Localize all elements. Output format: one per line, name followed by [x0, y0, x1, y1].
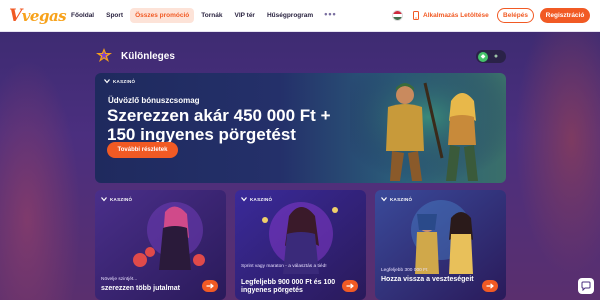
chevron-badge-icon	[101, 197, 107, 202]
card-title: szerezzen több jutalmat	[101, 285, 180, 292]
nav-item-loyalty[interactable]: Hűségprogram	[262, 8, 318, 23]
card-meta: Legfeljebb 300 000 Ft	[381, 268, 428, 273]
card-badge-label: KASZINÓ	[390, 196, 413, 202]
hero-title: Szerezzen akár 450 000 Ft + 150 ingyenes…	[107, 106, 372, 144]
promo-card-cashback[interactable]: KASZINÓ Legfeljebb 300 000 Ft Hozza viss…	[375, 190, 506, 300]
special-star-icon	[96, 48, 112, 62]
chevron-badge-icon	[104, 79, 110, 84]
card-meta: Növelje szintjét...	[101, 277, 138, 282]
more-menu-icon[interactable]: •••	[320, 8, 340, 23]
hero-characters-illustration	[350, 73, 506, 183]
card-badge: KASZINÓ	[241, 196, 272, 202]
main-nav: Főoldal Sport Összes promóció Tornák VIP…	[66, 8, 341, 23]
card-arrow-button[interactable]	[342, 280, 358, 292]
card-arrow-button[interactable]	[202, 280, 218, 292]
toggle-inactive-icon: ●	[493, 53, 499, 60]
login-button[interactable]: Belépés	[497, 8, 534, 23]
nav-item-home[interactable]: Főoldal	[66, 8, 99, 23]
nav-item-sport[interactable]: Sport	[101, 8, 128, 23]
hero-badge-label: KASZINÓ	[113, 78, 136, 84]
card-title: Legfeljebb 900 000 Ft és 100 ingyenes pö…	[241, 279, 336, 294]
hero-banner[interactable]: KASZINÓ Üdvözlő bónuszcsomag Szerezzen a…	[95, 73, 506, 183]
nav-item-promotions[interactable]: Összes promóció	[130, 8, 195, 23]
logo-v: V	[9, 6, 22, 26]
logo-text: vegas	[21, 7, 67, 25]
section-title: Különleges	[121, 51, 175, 62]
card-badge-label: KASZINÓ	[250, 196, 273, 202]
download-phone-icon	[413, 11, 419, 20]
hungary-flag-icon[interactable]	[392, 10, 403, 21]
card-badge: KASZINÓ	[101, 196, 132, 202]
card-meta: Sprint vagy maraton - a választás a tiéd…	[241, 264, 327, 269]
card-badge-label: KASZINÓ	[110, 196, 133, 202]
card-title: Hozza vissza a veszteségeit	[381, 276, 474, 283]
background-decoration-right	[505, 32, 600, 300]
top-header: Vvegas Főoldal Sport Összes promóció Tor…	[0, 0, 600, 32]
toggle-active-icon: ◆	[478, 51, 488, 62]
promo-card-sprint[interactable]: KASZINÓ Sprint vagy maraton - a választá…	[235, 190, 366, 300]
hero-title-line1: Szerezzen akár 450 000 Ft +	[107, 106, 331, 125]
arrow-right-icon	[206, 283, 214, 289]
app-download-link[interactable]: Alkalmazás Letöltése	[412, 11, 489, 20]
card-badge: KASZINÓ	[381, 196, 412, 202]
app-download-label: Alkalmazás Letöltése	[423, 12, 489, 19]
chevron-badge-icon	[381, 197, 387, 202]
hero-badge: KASZINÓ	[104, 78, 135, 84]
chat-support-button[interactable]	[578, 278, 594, 294]
nav-item-vip[interactable]: VIP tér	[229, 8, 259, 23]
chevron-badge-icon	[241, 197, 247, 202]
arrow-right-icon	[346, 283, 354, 289]
card-arrow-button[interactable]	[482, 280, 498, 292]
view-toggle[interactable]: ◆ ●	[476, 50, 506, 63]
promo-card-levels[interactable]: KASZINÓ Növelje szintjét... szerezzen tö…	[95, 190, 226, 300]
arrow-right-icon	[486, 283, 494, 289]
chat-icon	[581, 281, 591, 291]
hero-more-details-button[interactable]: További részletek	[107, 142, 178, 158]
vegas-logo[interactable]: Vvegas	[9, 6, 67, 26]
nav-item-tournaments[interactable]: Tornák	[196, 8, 227, 23]
register-button[interactable]: Regisztráció	[540, 8, 590, 23]
hero-subtitle: Üdvözlő bónuszcsomag	[108, 96, 200, 105]
background-decoration-left	[0, 32, 90, 300]
